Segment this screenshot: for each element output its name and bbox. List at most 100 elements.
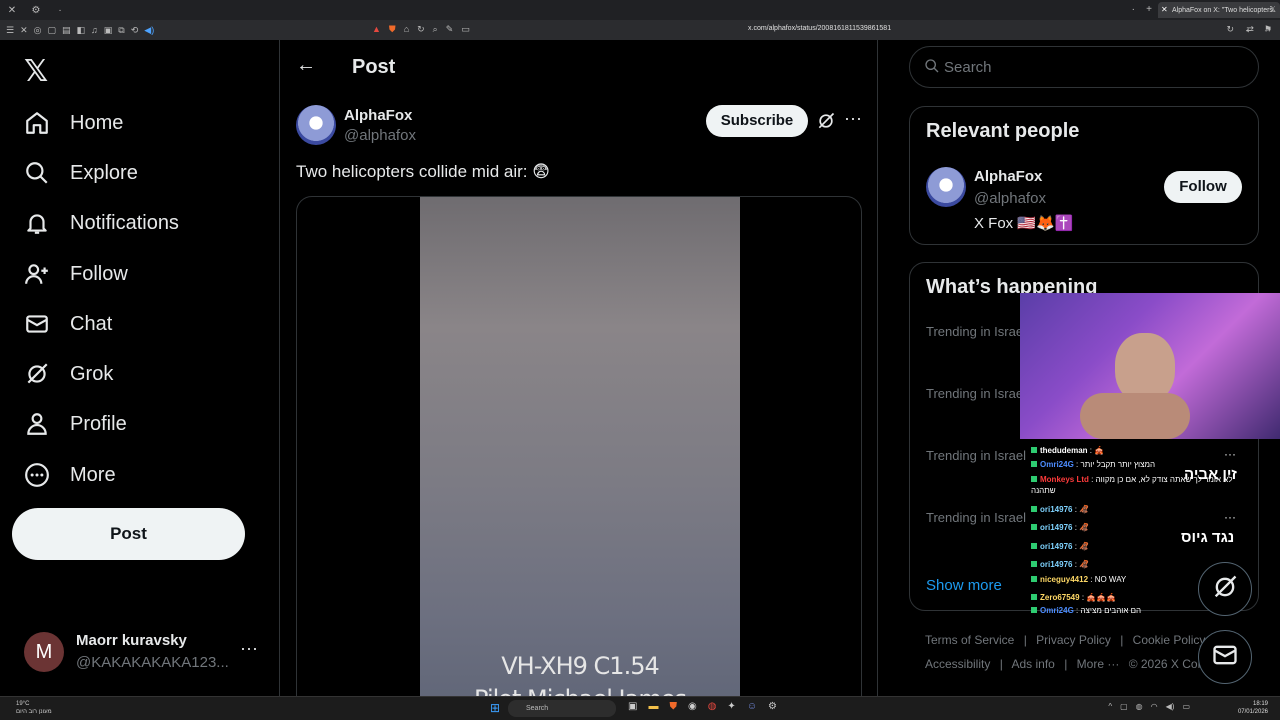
taskview-icon[interactable]: ▣ [628,701,637,712]
search-icon [22,158,52,188]
trend-more-icon[interactable]: ··· [1224,510,1236,524]
discord-icon[interactable]: ☺ [747,701,757,712]
browser-tab[interactable]: ✕ AlphaFox on X: "Two helicopters 𝕏 [1158,2,1280,18]
tabs-icon[interactable]: ▣ [104,25,113,36]
nav-home[interactable]: Home [22,103,123,143]
footer-link-accessibility[interactable]: Accessibility [925,657,990,671]
media-container[interactable]: VH-XH9 C1.54 Pilot Michael James [296,196,862,696]
screenshot-icon[interactable]: ⧉ [118,25,124,36]
clock[interactable]: 18:19 07/01/2026 [1238,700,1268,716]
brave-icon[interactable]: ⛊ [669,701,677,712]
post-button[interactable]: Post [12,508,245,560]
grok-float-button[interactable] [1198,562,1252,616]
warning-icon[interactable]: ▲ [372,24,381,35]
author-name[interactable]: AlphaFox [344,107,412,124]
back-arrow-icon[interactable]: ← [296,54,316,77]
close-icon[interactable]: ✕ [0,5,24,16]
battery-icon[interactable]: ▭ [1182,702,1190,711]
reload-icon[interactable]: ↻ [417,24,425,35]
menu-icon[interactable]: · [48,5,72,16]
window-icon[interactable]: ▢ [47,25,56,36]
taskbar-apps: ▣ ▬ ⛊ ◉ ◍ ✦ ☺ ⚙ [628,701,777,712]
tray-arrow-icon[interactable]: ^ [1108,702,1112,711]
shield-icon[interactable]: ⛊ [389,24,396,35]
account-more-icon[interactable]: ··· [240,638,258,659]
x-logo-icon[interactable]: 𝕏 [24,54,48,89]
footer-link-terms[interactable]: Terms of Service [925,633,1014,647]
hamburger-icon[interactable]: ☰ [6,25,14,36]
trend-overlay-label: זין אביה [1184,466,1237,483]
post-more-icon[interactable]: ··· [844,108,862,129]
nav-explore[interactable]: Explore [22,153,138,193]
more-circle-icon [22,460,52,490]
trend-item[interactable]: Trending in Israel [926,324,1026,339]
grok-icon[interactable] [816,111,836,136]
forward-browser-icon[interactable]: → [1263,24,1272,35]
nav-notifications[interactable]: Notifications [22,203,179,243]
account-switcher[interactable]: M Maorr kuravsky @KAKAKAKAKA123... ··· [24,630,264,674]
trend-item[interactable]: Trending in Israel [926,510,1026,525]
start-icon[interactable]: ⊞ [490,701,500,715]
panel-icon[interactable]: ▤ [62,25,71,36]
footer-link-ads[interactable]: Ads info [1012,657,1055,671]
split-icon[interactable]: ◧ [77,25,86,36]
refresh-icon[interactable]: ↻ [1226,24,1234,35]
nav-follow[interactable]: Follow [22,254,128,294]
messages-float-button[interactable] [1198,630,1252,684]
tab-close-icon[interactable]: 𝕏 [1270,5,1276,14]
search-icon [924,58,940,79]
follow-button[interactable]: Follow [1164,171,1242,203]
tray-app-icon[interactable]: ◍ [1136,702,1143,711]
chat-badge-icon [1031,594,1037,600]
settings-icon[interactable]: ⚙ [24,5,48,16]
home-small-icon[interactable]: ⌂ [404,24,409,35]
person-handle[interactable]: @alphafox [974,190,1046,207]
nav-notifications-label: Notifications [70,211,179,234]
tray-app-icon[interactable]: ▢ [1120,702,1128,711]
history-icon[interactable]: ⟲ [131,25,139,36]
new-tab-icon[interactable]: + [1146,4,1152,15]
music-icon[interactable]: ♫ [91,25,98,36]
nav-chat[interactable]: Chat [22,304,112,344]
wifi-icon[interactable]: ◠ [1151,702,1158,711]
avatar[interactable] [926,167,966,207]
app-icon[interactable]: ✦ [727,701,735,712]
volume-icon[interactable]: ◀) [1166,702,1175,711]
footer-link-more[interactable]: More ··· [1077,657,1120,671]
subscribe-button[interactable]: Subscribe [706,105,808,137]
nav-more[interactable]: More [22,455,116,495]
address-bar[interactable]: x.com/alphafox/status/200816181153986158… [748,25,891,32]
search-input[interactable]: Search [909,46,1259,88]
search-small-icon[interactable]: ⌕ [433,24,438,35]
show-more-link[interactable]: Show more [926,577,1002,594]
weather-widget[interactable]: 19°C מעונן רוב היום [16,700,52,716]
folder-icon[interactable]: ▬ [648,701,658,712]
footer-link-cookie[interactable]: Cookie Policy [1133,633,1206,647]
trend-item[interactable]: Trending in Israel [926,386,1026,401]
target-icon[interactable]: ◎ [34,25,42,36]
nav-profile[interactable]: Profile [22,404,127,444]
author-handle[interactable]: @alphafox [344,127,416,144]
author-avatar[interactable] [296,105,336,145]
chrome-icon[interactable]: ◍ [708,701,717,712]
magic-icon[interactable]: ✎ [446,24,454,35]
back-browser-icon[interactable]: ← [1244,24,1253,35]
chat-message: niceguy4412 : NO WAY [1031,575,1126,584]
x-bookmark-icon[interactable]: ✕ [20,25,28,36]
camera-icon[interactable]: ▭ [461,24,470,35]
minimize-tab-icon[interactable]: · [1132,4,1135,15]
search-placeholder: Search [944,59,992,76]
trend-item[interactable]: Trending in Israel [926,448,1026,463]
trend-more-icon[interactable]: ··· [1224,447,1236,461]
footer-link-privacy[interactable]: Privacy Policy [1036,633,1111,647]
nav-grok[interactable]: Grok [22,354,113,394]
taskbar-search[interactable]: Search [508,700,616,717]
x-tab-icon: ✕ [1161,5,1168,14]
page-title: Post [352,56,396,78]
person-name[interactable]: AlphaFox [974,168,1042,185]
video-player[interactable]: VH-XH9 C1.54 Pilot Michael James [420,197,740,696]
nav-more-label: More [70,463,116,486]
audio-icon[interactable]: ◀) [144,25,154,36]
steam-icon[interactable]: ◉ [688,701,697,712]
settings-icon[interactable]: ⚙ [768,701,777,712]
